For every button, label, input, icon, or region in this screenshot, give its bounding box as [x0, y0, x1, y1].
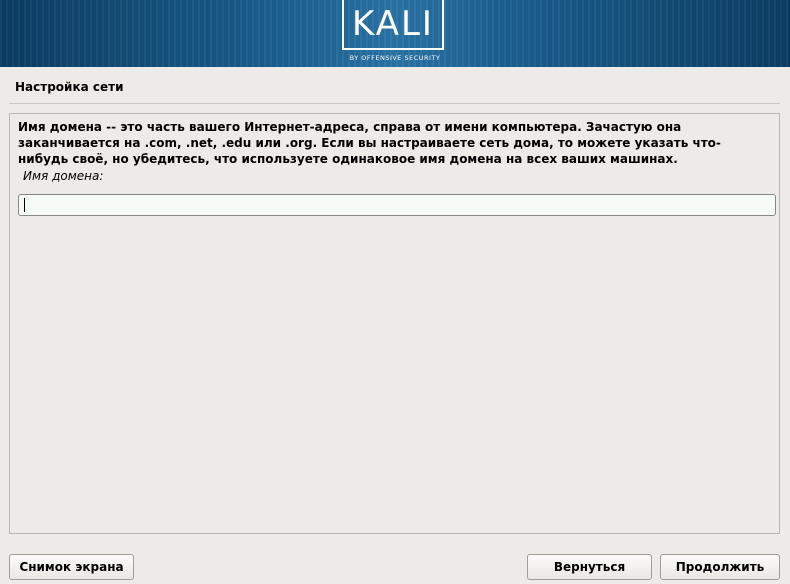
description-text: Имя домена -- это часть вашего Интернет-… [18, 119, 768, 167]
content-panel: Имя домена -- это часть вашего Интернет-… [9, 113, 780, 534]
kali-banner: KALI BY OFFENSIVE SECURITY [0, 0, 790, 67]
title-divider [9, 103, 780, 104]
screenshot-button[interactable]: Снимок экрана [9, 554, 134, 580]
back-button[interactable]: Вернуться [527, 554, 652, 580]
kali-logo: KALI BY OFFENSIVE SECURITY [342, 0, 448, 64]
logo-subtitle: BY OFFENSIVE SECURITY [349, 54, 441, 62]
domain-field-label: Имя домена: [23, 169, 104, 183]
description-line: Имя домена -- это часть вашего Интернет-… [18, 120, 682, 134]
continue-button[interactable]: Продолжить [660, 554, 780, 580]
page-title: Настройка сети [15, 80, 124, 94]
text-cursor [24, 198, 25, 212]
domain-name-input[interactable] [18, 194, 776, 216]
description-line: заканчивается на .com, .net, .edu или .o… [18, 136, 721, 150]
logo-text: KALI [352, 4, 434, 44]
description-line: нибудь своё, но убедитесь, что используе… [18, 152, 678, 166]
